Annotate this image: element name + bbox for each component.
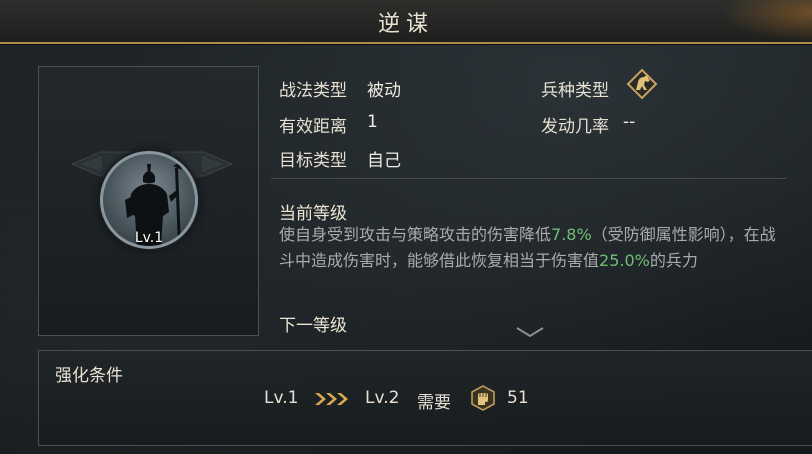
- general-portrait[interactable]: Lv.1: [100, 151, 198, 249]
- desc-value-damage-reduction: 7.8%: [551, 225, 592, 244]
- title-bar: 逆谋: [0, 0, 812, 44]
- range-label: 有效距离: [279, 117, 347, 137]
- trigger-rate-value: --: [623, 112, 636, 132]
- current-level-description: 使自身受到攻击与策略攻击的伤害降低7.8%（受防御属性影响），在战斗中造成伤害时…: [279, 222, 789, 274]
- target-type-label: 目标类型: [279, 151, 347, 171]
- skill-detail-screen: 逆谋 Lv.1 战法类型 被动 有效距离 1 目标类型 自己 兵种类型 发动几率…: [0, 0, 812, 454]
- desc-text-1: 使自身受到攻击与策略攻击的伤害降低: [279, 225, 552, 244]
- desc-value-heal-ratio: 25.0%: [599, 251, 650, 270]
- upgrade-need-label: 需要: [417, 393, 451, 413]
- portrait-level-label: Lv.1: [134, 230, 164, 246]
- chevron-down-icon[interactable]: [515, 326, 545, 338]
- horse-cavalry-icon: [626, 68, 658, 100]
- page-title: 逆谋: [377, 12, 434, 37]
- upgrade-to-level: Lv.2: [365, 388, 400, 408]
- upgrade-cost-value: 51: [507, 388, 529, 408]
- tactic-type-label: 战法类型: [279, 81, 347, 101]
- next-level-heading: 下一等级: [279, 316, 347, 336]
- current-level-heading: 当前等级: [279, 204, 347, 224]
- desc-text-3: 的兵力: [649, 251, 698, 270]
- range-value: 1: [367, 112, 378, 132]
- tactic-type-value: 被动: [367, 81, 401, 101]
- triple-chevron-right-icon: [315, 393, 348, 405]
- troop-type-label: 兵种类型: [541, 81, 609, 101]
- upgrade-from-level: Lv.1: [264, 388, 299, 408]
- trigger-rate-label: 发动几率: [541, 117, 609, 137]
- section-divider: [271, 178, 786, 179]
- fist-token-icon: [471, 385, 495, 411]
- target-type-value: 自己: [367, 151, 401, 171]
- upgrade-heading: 强化条件: [55, 366, 123, 386]
